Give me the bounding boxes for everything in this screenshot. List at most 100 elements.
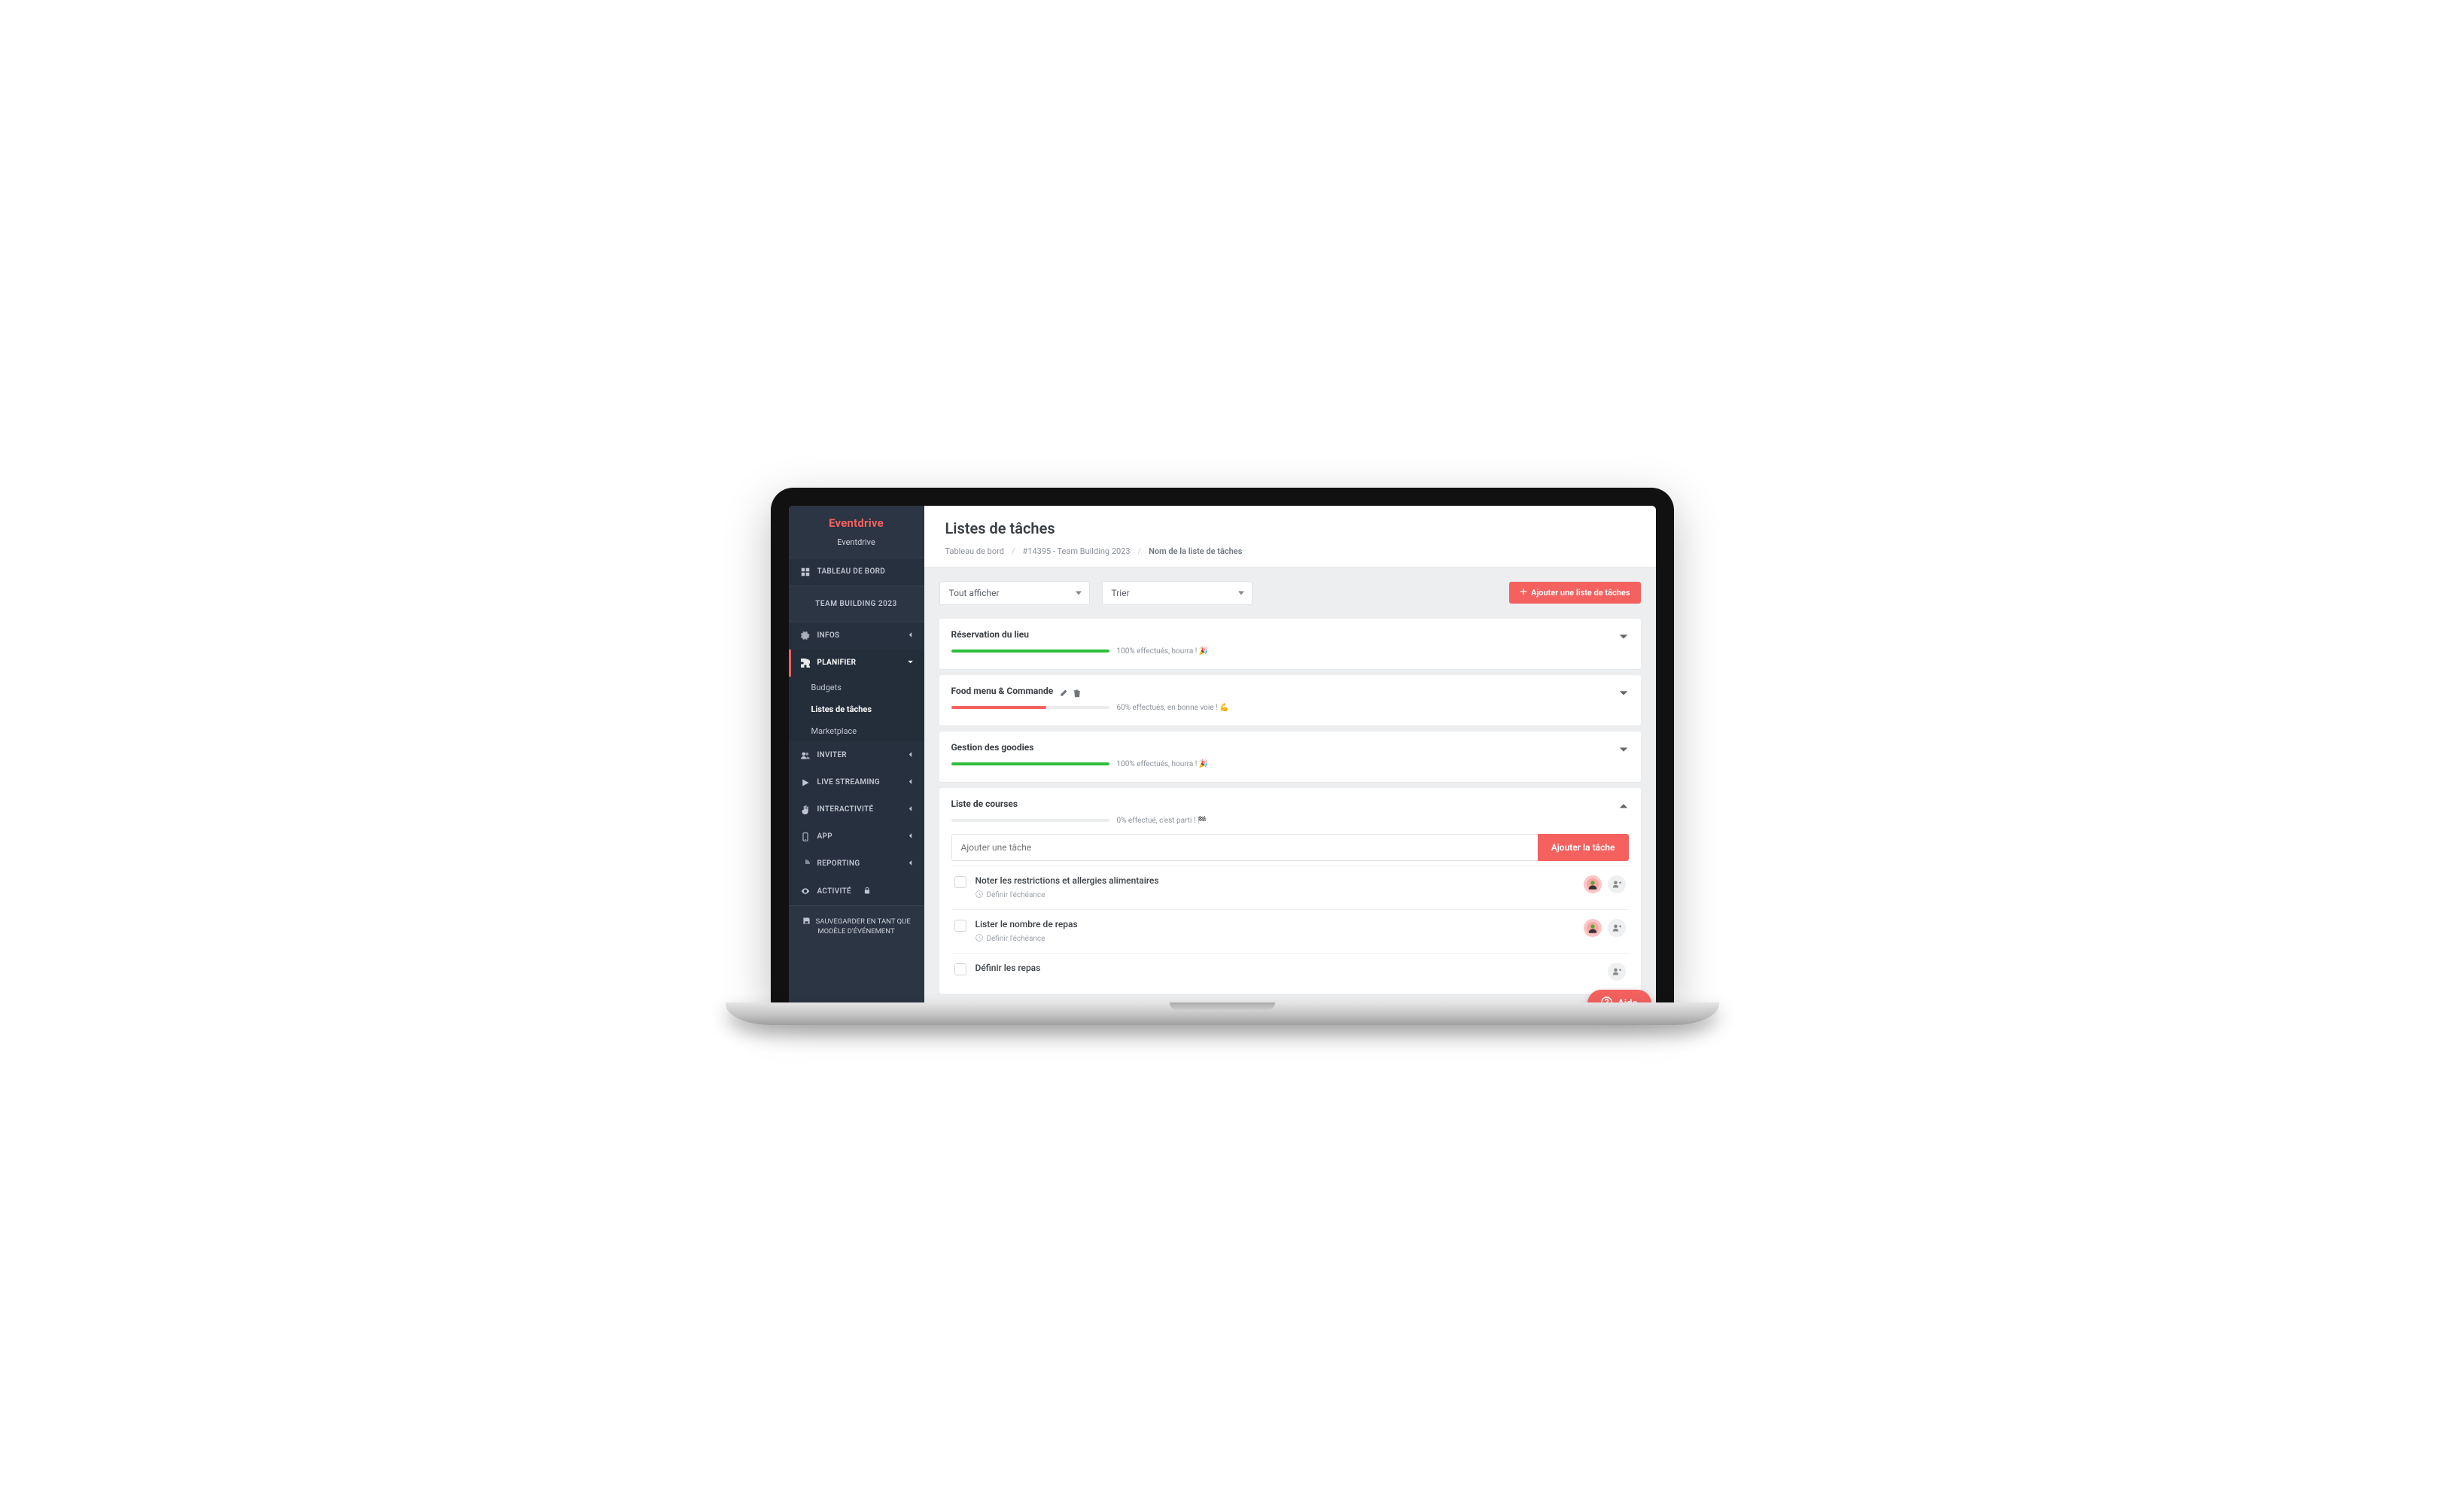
sort-select[interactable]: Trier [1102, 581, 1252, 605]
add-assignee-button[interactable] [1608, 963, 1626, 981]
task-name[interactable]: Lister le nombre de repas [975, 919, 1575, 929]
task-row: Noter les restrictions et allergies alim… [951, 866, 1629, 909]
help-label: Aide [1618, 998, 1637, 1002]
app-screen: Eventdrive Eventdrive TABLEAU DE BORD TE… [789, 506, 1656, 1002]
clock-icon [975, 934, 983, 944]
progress-status: 60% effectués, en bonne voie ! 💪 [1117, 704, 1229, 712]
chevron-down-icon[interactable] [1618, 687, 1629, 698]
sidebar-item-inviter[interactable]: INVITER [789, 742, 924, 769]
todolist-reservation[interactable]: Réservation du lieu 100% effectués, hour… [939, 619, 1641, 669]
card-title: Food menu & Commande [951, 686, 1054, 696]
main-content: Listes de tâches Tableau de bord / #1439… [924, 506, 1656, 1002]
add-list-button[interactable]: Ajouter une liste de tâches [1509, 582, 1640, 604]
laptop-mock: Eventdrive Eventdrive TABLEAU DE BORD TE… [771, 488, 1674, 1025]
sidebar-save-template[interactable]: SAUVEGARDER EN TANT QUE MODÈLE D'ÉVÉNEME… [789, 905, 924, 948]
screen-bezel: Eventdrive Eventdrive TABLEAU DE BORD TE… [771, 488, 1674, 1002]
add-assignee-button[interactable] [1608, 875, 1626, 893]
sidebar-label: ACTIVITÉ [817, 887, 851, 896]
sidebar-sub-budgets[interactable]: Budgets [789, 677, 924, 698]
task-body: Lister le nombre de repas Définir l'éché… [975, 919, 1575, 944]
sidebar-label: APP [817, 832, 832, 841]
sidebar-sub-listes[interactable]: Listes de tâches [789, 698, 924, 720]
sidebar-item-activite[interactable]: ACTIVITÉ [789, 878, 924, 905]
sidebar-sub-marketplace[interactable]: Marketplace [789, 720, 924, 742]
task-due-label: Définir l'échéance [987, 935, 1045, 943]
sidebar-item-planifier[interactable]: PLANIFIER [789, 650, 924, 677]
chevron-left-icon [907, 778, 914, 787]
play-icon [801, 778, 810, 787]
task-assignees [1584, 875, 1626, 893]
trash-icon[interactable] [1073, 686, 1082, 695]
sidebar-label: PLANIFIER [817, 659, 857, 667]
sidebar-item-dashboard[interactable]: TABLEAU DE BORD [789, 558, 924, 586]
save-icon [802, 917, 811, 926]
add-task-button[interactable]: Ajouter la tâche [1538, 834, 1629, 861]
sidebar-label: TABLEAU DE BORD [817, 567, 886, 576]
task-due[interactable]: Définir l'échéance [975, 890, 1575, 900]
breadcrumb-dashboard[interactable]: Tableau de bord [945, 546, 1004, 556]
task-name[interactable]: Définir les repas [975, 963, 1599, 973]
breadcrumb-event[interactable]: #14395 - Team Building 2023 [1023, 546, 1131, 556]
chevron-down-icon[interactable] [1618, 631, 1629, 641]
progress-status: 100% effectués, hourra ! 🎉 [1117, 760, 1209, 768]
task-assignees [1608, 963, 1626, 981]
task-row: Lister le nombre de repas Définir l'éché… [951, 909, 1629, 953]
chevron-left-icon [907, 859, 914, 869]
help-button[interactable]: Aide [1587, 990, 1651, 1002]
task-due-label: Définir l'échéance [987, 891, 1045, 899]
sidebar-label: SAUVEGARDER EN TANT QUE MODÈLE D'ÉVÉNEME… [816, 917, 911, 935]
avatar[interactable] [1584, 875, 1602, 893]
card-header: Liste de courses [951, 799, 1629, 809]
chevron-left-icon [907, 832, 914, 841]
hand-icon [801, 805, 810, 814]
pie-icon [801, 859, 810, 869]
progress-fill [951, 706, 1046, 709]
progress-status: 100% effectués, hourra ! 🎉 [1117, 647, 1209, 656]
chevron-left-icon [907, 805, 914, 814]
todolist-food[interactable]: Food menu & Commande 60% effectués, en b… [939, 675, 1641, 726]
sidebar-event-name[interactable]: TEAM BUILDING 2023 [789, 586, 924, 622]
avatar[interactable] [1584, 919, 1602, 937]
chevron-down-icon[interactable] [1618, 744, 1629, 754]
sidebar-item-reporting[interactable]: REPORTING [789, 850, 924, 878]
progress-status: 0% effectué, c'est parti ! 🏁 [1117, 817, 1207, 825]
task-name[interactable]: Noter les restrictions et allergies alim… [975, 875, 1575, 886]
sidebar-item-interactivite[interactable]: INTERACTIVITÉ [789, 796, 924, 823]
edit-icon[interactable] [1059, 686, 1068, 695]
card-header: Food menu & Commande [951, 686, 1629, 696]
progress-row: 60% effectués, en bonne voie ! 💪 [951, 704, 1629, 712]
todolist-goodies[interactable]: Gestion des goodies 100% effectués, hour… [939, 732, 1641, 782]
chevron-up-icon[interactable] [1618, 800, 1629, 811]
page-title: Listes de tâches [945, 519, 1635, 537]
users-icon [801, 751, 810, 760]
breadcrumb-separator: / [1138, 546, 1142, 556]
sidebar: Eventdrive Eventdrive TABLEAU DE BORD TE… [789, 506, 924, 1002]
card-title: Gestion des goodies [951, 742, 1034, 753]
controls-row: Tout afficher Trier Ajouter une liste de… [924, 567, 1656, 613]
task-body: Définir les repas [975, 963, 1599, 978]
sidebar-item-app[interactable]: APP [789, 823, 924, 850]
task-assignees [1584, 919, 1626, 937]
breadcrumb: Tableau de bord / #14395 - Team Building… [945, 546, 1635, 556]
breadcrumb-separator: / [1012, 546, 1015, 556]
plus-icon [1520, 588, 1527, 598]
sidebar-item-infos[interactable]: INFOS [789, 622, 924, 650]
grid-icon [801, 567, 810, 577]
filter-select[interactable]: Tout afficher [939, 581, 1090, 605]
progress-fill [951, 650, 1109, 653]
task-body: Noter les restrictions et allergies alim… [975, 875, 1575, 900]
task-checkbox[interactable] [954, 963, 966, 975]
sidebar-item-livestream[interactable]: LIVE STREAMING [789, 769, 924, 796]
progress-bar [951, 650, 1109, 653]
task-checkbox[interactable] [954, 920, 966, 932]
todolist-courses: Liste de courses 0% effectué, c'est part… [939, 788, 1641, 994]
task-due[interactable]: Définir l'échéance [975, 934, 1575, 944]
add-task-input[interactable] [951, 834, 1538, 861]
task-checkbox[interactable] [954, 876, 966, 888]
progress-bar [951, 762, 1109, 765]
clock-icon [975, 890, 983, 900]
card-actions [1059, 686, 1082, 695]
brand-logo: Eventdrive [789, 506, 924, 534]
add-assignee-button[interactable] [1608, 919, 1626, 937]
card-header: Réservation du lieu [951, 629, 1629, 640]
